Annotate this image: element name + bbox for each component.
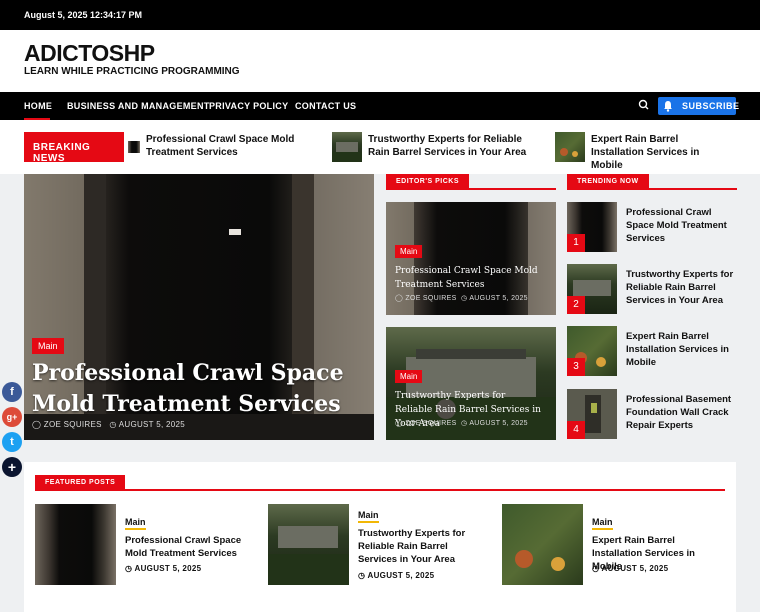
editors-pick-category[interactable]: Main [395,245,423,258]
hero-post[interactable]: Main Professional Crawl Space Mold Treat… [24,174,374,440]
more-share-button[interactable]: + [2,457,22,477]
site-header: ADICTOSHP LEARN WHILE PRACTICING PROGRAM… [0,30,760,92]
featured-image [35,504,116,585]
site-title[interactable]: ADICTOSHP [24,40,155,67]
breaking-item[interactable]: Trustworthy Experts for Reliable Rain Ba… [332,132,532,162]
clock-icon: ◷ [461,420,468,427]
trending-item[interactable]: 4 Professional Basement Foundation Wall … [567,389,737,441]
trending-rank: 4 [567,421,585,439]
hero-category[interactable]: Main [32,338,64,354]
trending-rank: 3 [567,358,585,376]
featured-posts-heading: FEATURED POSTS [35,475,725,491]
site-tagline: LEARN WHILE PRACTICING PROGRAMMING [24,66,240,77]
user-icon: ◯ [32,420,42,429]
nav-contact-us[interactable]: CONTACT US [295,101,356,111]
featured-item[interactable]: Main Professional Crawl Space Mold Treat… [35,504,255,586]
featured-posts-section: FEATURED POSTS Main Professional Crawl S… [24,462,736,612]
trending-rank: 2 [567,296,585,314]
hero-date: AUGUST 5, 2025 [118,420,186,429]
editors-pick-meta: ◯ ZOE SQUIRES ◷ AUGUST 5, 2025 [395,420,528,427]
editors-pick-title[interactable]: Professional Crawl Space Mold Treatment … [395,264,545,292]
clock-icon: ◷ [461,295,468,302]
clock-icon: ◷ [109,420,117,429]
subscribe-button[interactable]: SUBSCRIBE [658,97,739,115]
current-datetime: August 5, 2025 12:34:17 PM [24,10,143,20]
user-icon: ◯ [395,295,404,302]
featured-date: ◷ AUGUST 5, 2025 [125,564,202,573]
trending-item[interactable]: 3 Expert Rain Barrel Installation Servic… [567,326,737,378]
trending-title[interactable]: Professional Basement Foundation Wall Cr… [626,393,736,432]
trending-title[interactable]: Trustworthy Experts for Reliable Rain Ba… [626,268,736,307]
breaking-item[interactable]: Professional Crawl Space Mold Treatment … [128,132,308,162]
featured-item[interactable]: Main Expert Rain Barrel Installation Ser… [502,504,722,586]
breaking-thumb [332,132,362,162]
editors-pick-category[interactable]: Main [395,370,423,383]
trending-item[interactable]: 1 Professional Crawl Space Mold Treatmen… [567,202,737,254]
breaking-thumb [128,141,140,153]
clock-icon: ◷ [358,571,366,580]
trending-item[interactable]: 2 Trustworthy Experts for Reliable Rain … [567,264,737,316]
main-nav: HOME BUSINESS AND MANAGEMENT PRIVACY POL… [0,92,760,120]
trending-rank: 1 [567,234,585,252]
editors-pick-item[interactable]: Main Professional Crawl Space Mold Treat… [386,202,556,315]
breaking-item[interactable]: Expert Rain Barrel Installation Services… [555,132,735,171]
twitter-share-button[interactable]: t [2,432,22,452]
googleplus-share-button[interactable]: g+ [2,407,22,427]
featured-category[interactable]: Main [125,517,146,530]
trending-title[interactable]: Expert Rain Barrel Installation Services… [626,330,736,369]
featured-item[interactable]: Main Trustworthy Experts for Reliable Ra… [268,504,488,586]
nav-privacy-policy[interactable]: PRIVACY POLICY [209,101,288,111]
breaking-thumb [555,132,585,162]
top-bar: August 5, 2025 12:34:17 PM [0,0,760,30]
nav-business-and-management[interactable]: BUSINESS AND MANAGEMENT [67,101,210,111]
featured-category[interactable]: Main [592,517,613,530]
editors-picks-heading: EDITOR'S PICKS [386,174,556,190]
breaking-news-label: BREAKING NEWS [24,132,124,164]
nav-home[interactable]: HOME [24,101,52,111]
clock-icon: ◷ [125,564,133,573]
trending-title[interactable]: Professional Crawl Space Mold Treatment … [626,206,736,245]
hero-meta: ◯ ZOE SQUIRES ◷ AUGUST 5, 2025 [32,420,185,429]
featured-date: ◷ AUGUST 5, 2025 [358,571,435,580]
subscribe-label: SUBSCRIBE [682,101,740,111]
breaking-title[interactable]: Expert Rain Barrel Installation Services… [591,133,731,172]
featured-date: ◷ AUGUST 5, 2025 [592,564,669,573]
editors-pick-meta: ◯ ZOE SQUIRES ◷ AUGUST 5, 2025 [395,295,528,302]
featured-title[interactable]: Professional Crawl Space Mold Treatment … [125,534,255,560]
user-icon: ◯ [395,420,404,427]
featured-title[interactable]: Trustworthy Experts for Reliable Rain Ba… [358,527,488,566]
breaking-news-bar: BREAKING NEWS Professional Crawl Space M… [0,120,760,174]
facebook-share-button[interactable]: f [2,382,22,402]
hero-author[interactable]: ZOE SQUIRES [44,420,102,429]
bell-icon [664,101,672,112]
featured-image [268,504,349,585]
hero-title[interactable]: Professional Crawl Space Mold Treatment … [32,358,362,420]
featured-image [502,504,583,585]
breaking-title[interactable]: Trustworthy Experts for Reliable Rain Ba… [368,133,528,159]
editors-pick-item[interactable]: Main Trustworthy Experts for Reliable Ra… [386,327,556,440]
featured-category[interactable]: Main [358,510,379,523]
clock-icon: ◷ [592,564,600,573]
search-icon[interactable] [637,98,651,112]
trending-now-heading: TRENDING NOW [567,174,737,190]
breaking-title[interactable]: Professional Crawl Space Mold Treatment … [146,133,306,159]
